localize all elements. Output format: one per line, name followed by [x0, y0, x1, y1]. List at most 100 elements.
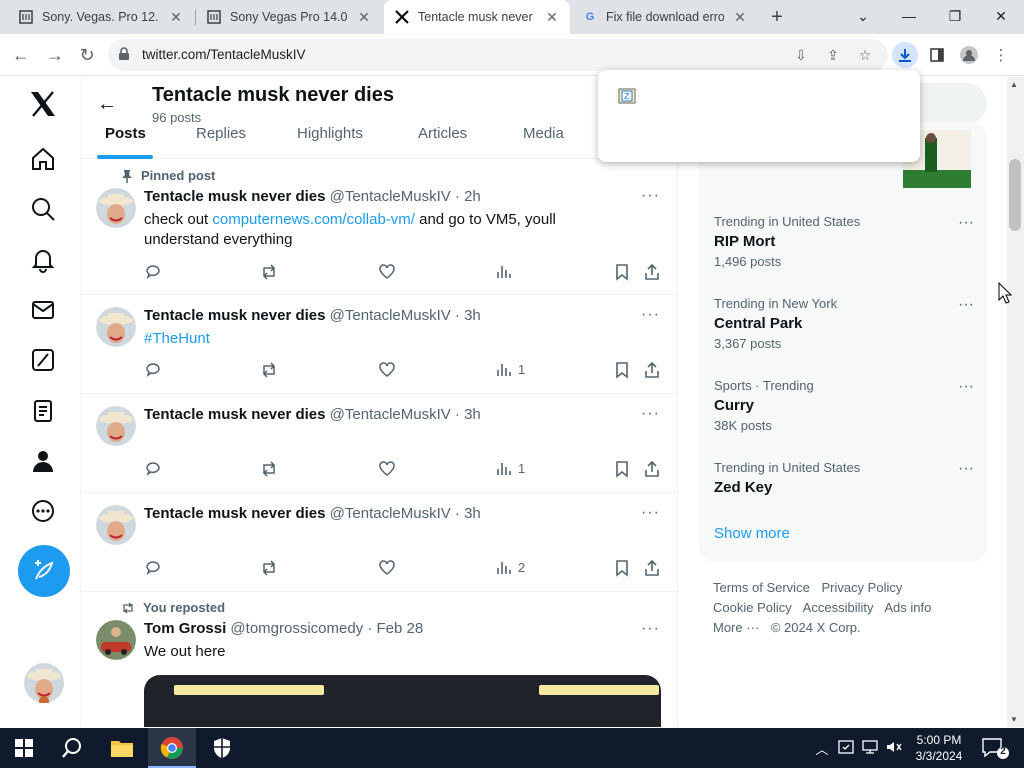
bookmark-icon[interactable] [614, 361, 630, 379]
like-heart-icon[interactable] [378, 361, 396, 379]
display-name[interactable]: Tentacle musk never dies [144, 188, 325, 205]
avatar[interactable] [96, 620, 136, 660]
display-name[interactable]: Tentacle musk never dies [144, 406, 325, 423]
bookmark-icon[interactable] [614, 263, 630, 281]
trend-item[interactable]: Sports · Trending Curry 38K posts ··· [714, 378, 984, 433]
like-heart-icon[interactable] [378, 460, 396, 478]
show-hidden-icons-chevron-icon[interactable]: ︿ [813, 739, 831, 757]
restore-button[interactable]: ❐ [932, 0, 978, 32]
close-tab-icon[interactable]: ✕ [356, 9, 372, 26]
footer-link[interactable]: Privacy Policy [821, 580, 902, 595]
lock-icon[interactable] [118, 47, 134, 63]
trend-more-icon[interactable]: ··· [958, 460, 974, 478]
page-scrollbar[interactable]: ▲ ▼ [1007, 77, 1024, 727]
footer-link[interactable]: Terms of Service [713, 580, 810, 595]
footer-link[interactable]: Cookie Policy [713, 600, 792, 615]
profile-person-icon[interactable] [24, 442, 62, 480]
profile-icon[interactable] [956, 42, 982, 68]
like-heart-icon[interactable] [378, 559, 396, 577]
avatar[interactable] [96, 505, 136, 545]
share-icon[interactable]: ⇪ [824, 47, 842, 65]
system-clock[interactable]: 5:00 PM 3/3/2024 [900, 732, 978, 764]
browser-tab[interactable]: G Fix file download error ✕ [572, 0, 758, 34]
tab-replies[interactable]: Replies [196, 125, 246, 142]
avatar[interactable] [96, 307, 136, 347]
reply-icon[interactable] [144, 559, 162, 577]
reply-icon[interactable] [144, 263, 162, 281]
compose-post-button[interactable] [18, 545, 70, 597]
notification-center-icon[interactable]: 2 [980, 736, 1010, 760]
scroll-up-arrow[interactable]: ▲ [1010, 80, 1018, 89]
views-icon[interactable]: 1 [496, 361, 525, 377]
forward-button[interactable]: → [42, 42, 68, 68]
avatar[interactable] [96, 406, 136, 446]
windows-start-icon[interactable] [0, 728, 48, 768]
tab-posts[interactable]: Posts [105, 125, 146, 142]
post-more-icon[interactable]: ··· [641, 306, 660, 324]
tab-search-button[interactable]: ⌄ [840, 0, 886, 32]
handle-and-time[interactable]: @TentacleMuskIV · 3h [330, 406, 481, 423]
tab-highlights[interactable]: Highlights [297, 125, 363, 142]
views-icon[interactable] [496, 263, 518, 279]
tab-media[interactable]: Media [523, 125, 564, 142]
notifications-bell-icon[interactable] [24, 241, 62, 279]
bookmark-icon[interactable] [614, 559, 630, 577]
views-icon[interactable]: 2 [496, 559, 525, 575]
lists-icon[interactable] [24, 392, 62, 430]
close-tab-icon[interactable]: ✕ [544, 9, 560, 26]
windows-security-icon[interactable] [198, 728, 246, 768]
tab-articles[interactable]: Articles [418, 125, 467, 142]
reply-icon[interactable] [144, 361, 162, 379]
bookmark-star-icon[interactable]: ☆ [856, 47, 874, 65]
post-more-icon[interactable]: ··· [641, 405, 660, 423]
scroll-down-arrow[interactable]: ▼ [1010, 715, 1018, 724]
reload-button[interactable]: ↻ [74, 42, 100, 68]
browser-tab-active[interactable]: Tentacle musk never di ✕ [384, 0, 570, 34]
show-more-link[interactable]: Show more [714, 525, 790, 542]
trend-item[interactable]: Trending in United States RIP Mort 1,496… [714, 214, 984, 269]
download-bubble[interactable]: Z [598, 70, 920, 162]
back-arrow-icon[interactable]: ← [97, 93, 117, 116]
browser-tab[interactable]: Sony. Vegas. Pro 12. Bu ✕ [8, 0, 194, 34]
views-icon[interactable]: 1 [496, 460, 525, 476]
post[interactable]: Pinned post Tentacle musk never dies @Te… [81, 159, 677, 295]
display-name[interactable]: Tentacle musk never dies [144, 307, 325, 324]
repost-icon[interactable] [260, 361, 278, 379]
close-tab-icon[interactable]: ✕ [732, 9, 748, 26]
close-window-button[interactable]: ✕ [978, 0, 1024, 32]
network-icon[interactable] [861, 739, 879, 757]
side-panel-icon[interactable] [924, 42, 950, 68]
browser-tab[interactable]: Sony Vegas Pro 14.0 Bu ✕ [196, 0, 382, 34]
search-icon[interactable] [48, 728, 96, 768]
post[interactable]: Tentacle musk never dies @TentacleMuskIV… [81, 493, 677, 592]
like-heart-icon[interactable] [378, 263, 396, 281]
trend-item[interactable]: Trending in United States Zed Key ··· [714, 460, 984, 496]
messages-envelope-icon[interactable] [24, 291, 62, 329]
post-media-image[interactable] [144, 675, 661, 727]
share-icon[interactable] [644, 559, 660, 577]
repost-icon[interactable] [260, 559, 278, 577]
post[interactable]: Tentacle musk never dies @TentacleMuskIV… [81, 394, 677, 493]
back-button[interactable]: ← [8, 42, 34, 68]
trend-more-icon[interactable]: ··· [958, 214, 974, 232]
post-link[interactable]: computernews.com/collab-vm/ [212, 211, 415, 228]
chrome-menu-icon[interactable]: ⋮ [988, 42, 1014, 68]
trend-more-icon[interactable]: ··· [958, 378, 974, 396]
home-icon[interactable] [24, 140, 62, 178]
post-more-icon[interactable]: ··· [641, 504, 660, 522]
handle-and-time[interactable]: @tomgrossicomedy · Feb 28 [230, 620, 423, 637]
chrome-icon[interactable] [148, 728, 196, 768]
repost-icon[interactable] [260, 460, 278, 478]
post[interactable]: You reposted Tom Grossi @tomgrossicomedy… [81, 592, 677, 727]
downloads-button[interactable] [892, 42, 918, 68]
handle-and-time[interactable]: @TentacleMuskIV · 3h [330, 307, 481, 324]
minimize-button[interactable]: — [886, 0, 932, 32]
footer-link[interactable]: Accessibility [803, 600, 874, 615]
grok-icon[interactable] [24, 341, 62, 379]
address-bar[interactable]: twitter.com/TentacleMuskIV ⇩ ⇪ ☆ [108, 39, 888, 71]
avatar[interactable] [96, 188, 136, 228]
footer-more-link[interactable]: More ··· [713, 620, 759, 635]
display-name[interactable]: Tom Grossi [144, 620, 226, 637]
trend-item[interactable]: Trending in New York Central Park 3,367 … [714, 296, 984, 351]
close-tab-icon[interactable]: ✕ [168, 9, 184, 26]
